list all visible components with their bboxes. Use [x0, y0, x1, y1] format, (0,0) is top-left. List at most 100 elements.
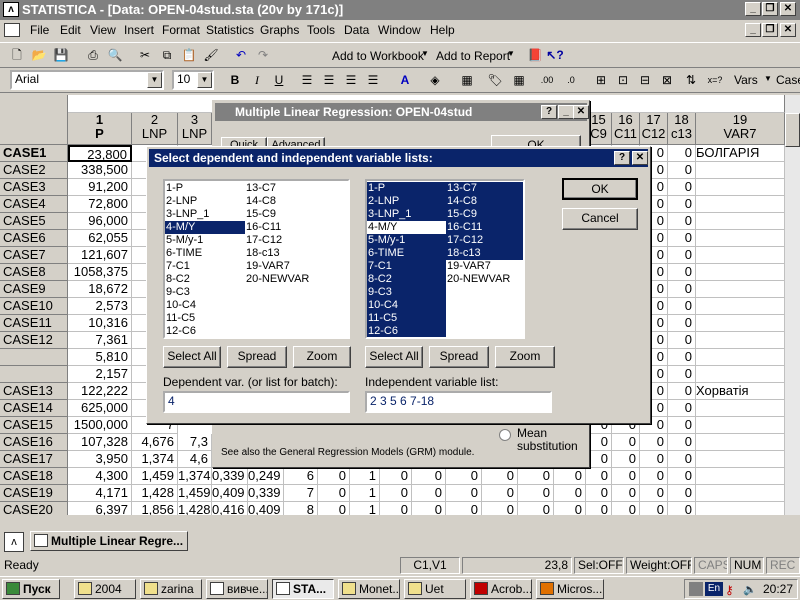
cell-value[interactable]: 0	[640, 451, 668, 468]
cell-var7[interactable]	[696, 162, 785, 179]
cell-p[interactable]: 625,000	[68, 400, 132, 417]
variable-list-item[interactable]: 6-TIME	[165, 247, 245, 260]
cell-value[interactable]: 0	[518, 485, 554, 502]
align-left-icon[interactable]: ☰	[298, 71, 316, 89]
cell-p[interactable]: 1058,375	[68, 264, 132, 281]
cell-p[interactable]: 10,316	[68, 315, 132, 332]
variable-list-item[interactable]: 3-LNP_1	[165, 208, 245, 221]
variable-list-item[interactable]: 6-TIME	[367, 247, 446, 260]
variable-list-item[interactable]: 15-C9	[245, 208, 325, 221]
cell-lnp[interactable]: 1,459	[132, 468, 178, 485]
task-zarina[interactable]: zarina	[140, 579, 202, 599]
variable-list-item[interactable]: 9-C3	[367, 286, 446, 299]
cell-value[interactable]: 0	[482, 485, 518, 502]
indep-spread-button[interactable]: Spread	[429, 346, 489, 368]
row-header[interactable]: CASE20	[0, 502, 68, 515]
cell-var7[interactable]	[696, 417, 785, 434]
cell-value[interactable]: 0	[668, 213, 696, 230]
corner-cell[interactable]	[0, 95, 68, 145]
vars-dropdown-icon[interactable]: ▼	[764, 74, 772, 83]
cell-p[interactable]: 121,607	[68, 247, 132, 264]
cell-value[interactable]: 0	[412, 485, 446, 502]
restore-icon[interactable]: ❐	[762, 2, 778, 16]
cell-lnp1[interactable]: 7,3	[178, 434, 212, 451]
variable-list-item[interactable]: 7-C1	[367, 260, 446, 273]
cell-lnp1[interactable]: 1,374	[178, 468, 212, 485]
cell-p[interactable]: 4,300	[68, 468, 132, 485]
row-header[interactable]: CASE1	[0, 145, 68, 162]
dep-zoom-button[interactable]: Zoom	[293, 346, 351, 368]
formula-icon[interactable]: x=?	[706, 71, 724, 89]
font-dropdown-icon[interactable]: ▼	[147, 72, 162, 88]
cell-var7[interactable]	[696, 485, 785, 502]
stats-icon[interactable]: ⊟	[636, 71, 654, 89]
row-header[interactable]: CASE11	[0, 315, 68, 332]
variable-list-item[interactable]: 12-C6	[367, 325, 446, 337]
cell-var7[interactable]: Хорватія	[696, 383, 785, 400]
cell-value[interactable]: 0,339	[248, 485, 284, 502]
variable-list-item[interactable]: 20-NEWVAR	[245, 273, 325, 286]
menu-insert[interactable]: Insert	[124, 23, 154, 37]
dependent-var-input[interactable]: 4	[163, 391, 350, 413]
variable-list-item[interactable]: 18-c13	[446, 247, 523, 260]
column-header[interactable]: 1P	[68, 113, 132, 145]
cell-var7[interactable]	[696, 179, 785, 196]
cell-value[interactable]: 0	[640, 434, 668, 451]
app-icon-small[interactable]: ʌ	[4, 532, 24, 552]
new-file-icon[interactable]: 🗋	[8, 46, 26, 64]
cell-var7[interactable]	[696, 315, 785, 332]
cell-lnp[interactable]: 1,428	[132, 485, 178, 502]
key-icon[interactable]: ⚷	[725, 583, 734, 597]
row-header[interactable]: CASE13	[0, 383, 68, 400]
variable-close-icon[interactable]: ✕	[632, 151, 648, 165]
grid-icon[interactable]: ▦	[510, 71, 528, 89]
undo-icon[interactable]: ↶	[232, 46, 250, 64]
ok-button[interactable]: OK	[562, 178, 638, 200]
cell-p[interactable]: 4,171	[68, 485, 132, 502]
column-header[interactable]: 17 C12	[640, 113, 668, 145]
cell-value[interactable]: 0	[668, 383, 696, 400]
cell-value[interactable]: 0	[668, 162, 696, 179]
cell-var7[interactable]	[696, 281, 785, 298]
variable-list-item[interactable]: 5-M/y-1	[165, 234, 245, 247]
scroll-thumb[interactable]	[785, 113, 800, 147]
task-acrobat[interactable]: Acrob...	[470, 579, 532, 599]
cell-p[interactable]: 6,397	[68, 502, 132, 515]
cell-var7[interactable]	[696, 264, 785, 281]
row-header[interactable]: CASE4	[0, 196, 68, 213]
cell-value[interactable]: 0	[586, 485, 612, 502]
app-icon[interactable]: ʌ	[3, 2, 19, 17]
cancel-button[interactable]: Cancel	[562, 208, 638, 230]
cell-value[interactable]: 0,416	[212, 502, 248, 515]
cell-p[interactable]: 18,672	[68, 281, 132, 298]
cut-icon[interactable]: ✂	[136, 46, 154, 64]
variable-list-item[interactable]: 3-LNP_1	[367, 208, 446, 221]
variable-list-item[interactable]: 1-P	[165, 182, 245, 195]
variable-list-item[interactable]: 12-C6	[165, 325, 245, 337]
cell-value[interactable]: 0	[380, 485, 412, 502]
align-right-icon[interactable]: ☰	[342, 71, 360, 89]
bold-icon[interactable]: B	[226, 71, 244, 89]
variable-list-item[interactable]: 1-P	[367, 182, 446, 195]
row-header[interactable]	[0, 366, 68, 383]
cell-value[interactable]: 0,339	[212, 468, 248, 485]
cell-value[interactable]: 0	[380, 468, 412, 485]
cell-value[interactable]: 0	[668, 179, 696, 196]
menu-file[interactable]: File	[30, 23, 49, 37]
variable-list-item[interactable]: 14-C8	[245, 195, 325, 208]
variable-list-item[interactable]: 7-C1	[165, 260, 245, 273]
underline-icon[interactable]: U	[270, 71, 288, 89]
vertical-scrollbar[interactable]	[785, 95, 800, 515]
format-painter-icon[interactable]: 🖌	[202, 46, 220, 64]
cell-value[interactable]: 0	[668, 434, 696, 451]
cell-var7[interactable]: БОЛГАРІЯ	[696, 145, 785, 162]
cell-value[interactable]: 6	[284, 468, 318, 485]
cell-value[interactable]: 0	[446, 485, 482, 502]
dependent-list[interactable]: 1-P 2-LNP 3-LNP_1 4-M/Y 5-M/y-1 6-TIME 7-C1 8-C…	[163, 179, 350, 339]
cell-value[interactable]: 0	[482, 468, 518, 485]
menu-tools[interactable]: Tools	[307, 23, 335, 37]
independent-var-input[interactable]: 2 3 5 6 7-18	[365, 391, 552, 413]
cell-value[interactable]: 0	[412, 468, 446, 485]
print-icon[interactable]: ⎙	[84, 46, 102, 64]
font-color-icon[interactable]: A	[396, 71, 414, 89]
